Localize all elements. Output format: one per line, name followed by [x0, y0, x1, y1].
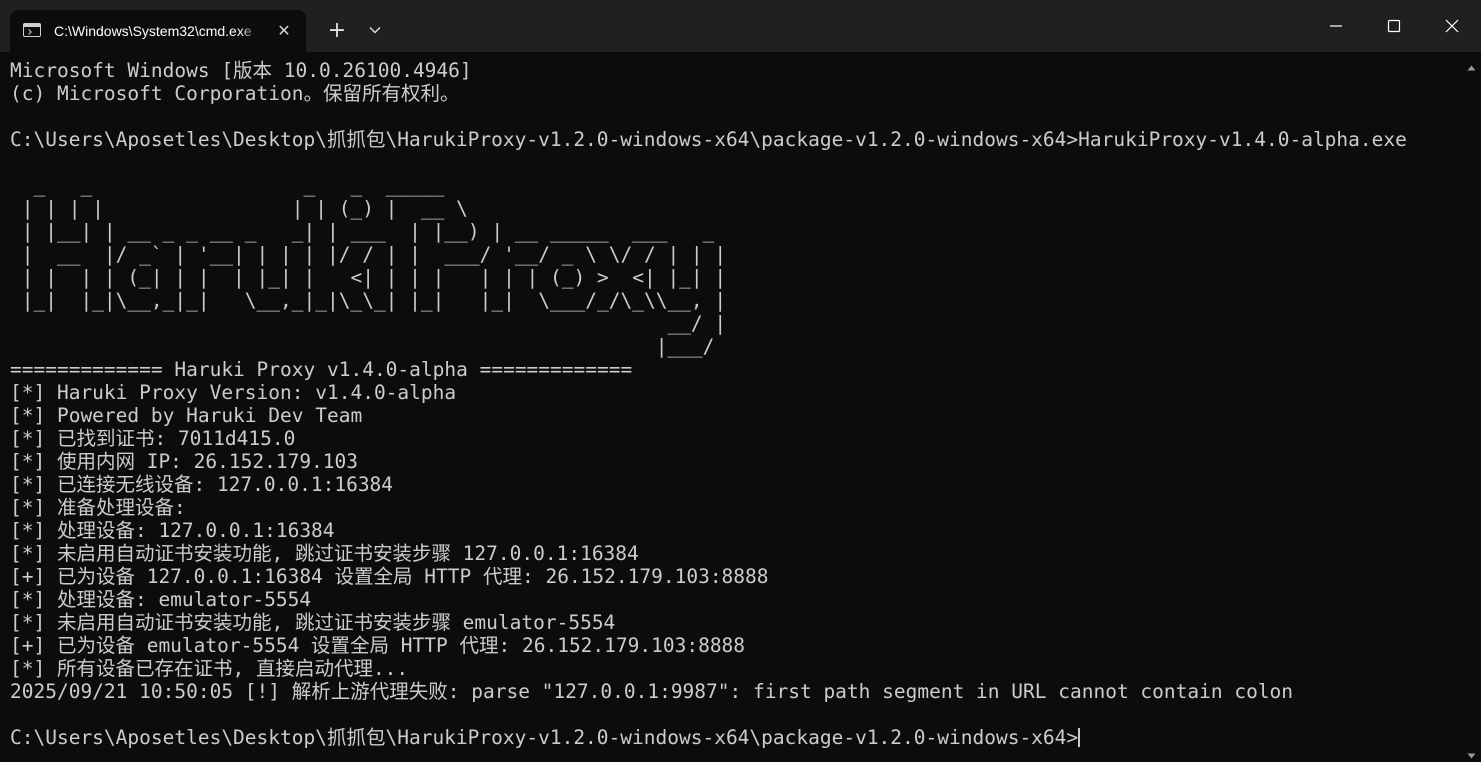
title-bar[interactable]: C:\Windows\System32\cmd.exe ✕ + [0, 0, 1481, 52]
maximize-icon [1387, 19, 1401, 33]
error-line: 2025/09/21 10:50:05 [!] 解析上游代理失败: parse … [10, 680, 1294, 703]
terminal-line: [*] Powered by Haruki Dev Team [10, 404, 363, 427]
ascii-art-line: |___/ [10, 335, 715, 358]
terminal-line: [*] 所有设备已存在证书, 直接启动代理... [10, 657, 409, 680]
terminal-line: C:\Users\Aposetles\Desktop\抓抓包\HarukiPro… [10, 128, 1407, 151]
terminal-line: [*] 处理设备: 127.0.0.1:16384 [10, 519, 335, 542]
terminal-line: [*] 未启用自动证书安装功能, 跳过证书安装步骤 emulator-5554 [10, 611, 616, 634]
command-prompt-line[interactable]: C:\Users\Aposetles\Desktop\抓抓包\HarukiPro… [10, 726, 1081, 749]
plus-icon: + [327, 18, 347, 43]
terminal-line: [+] 已为设备 127.0.0.1:16384 设置全局 HTTP 代理: 2… [10, 565, 769, 588]
chevron-down-icon [369, 27, 381, 34]
terminal-line: (c) Microsoft Corporation。保留所有权利。 [10, 82, 460, 105]
new-tab-button[interactable]: + [322, 16, 352, 46]
terminal-line: [*] 未启用自动证书安装功能, 跳过证书安装步骤 127.0.0.1:1638… [10, 542, 639, 565]
terminal-line: ============= Haruki Proxy v1.4.0-alpha … [10, 358, 633, 381]
minimize-button[interactable] [1307, 0, 1365, 52]
ascii-art-line: __/ | [10, 312, 727, 335]
terminal-line: [*] 已找到证书: 7011d415.0 [10, 427, 296, 450]
ascii-art-line: |_| |_|\__,_|_| \__,_|_|\_\_| |_| |_| \_… [10, 289, 727, 312]
minimize-icon [1330, 25, 1342, 27]
ascii-art-line: | __ |/ _` | '__| | | | |/ / | | ___/ '_… [10, 243, 727, 266]
terminal-window: C:\Windows\System32\cmd.exe ✕ + Microsof… [0, 0, 1481, 762]
ascii-art-line: | | | | | | (_) | __ \ [10, 197, 468, 220]
tab-cmd[interactable]: C:\Windows\System32\cmd.exe ✕ [10, 10, 306, 52]
text-cursor [1078, 728, 1081, 747]
maximize-button[interactable] [1365, 0, 1423, 52]
terminal-app-icon [23, 23, 41, 37]
terminal-line: [*] 准备处理设备: [10, 496, 186, 519]
scroll-up-button[interactable] [1462, 56, 1481, 72]
close-tab-icon[interactable]: ✕ [274, 21, 294, 41]
scroll-down-arrow-icon [1467, 753, 1476, 759]
terminal-line: [+] 已为设备 emulator-5554 设置全局 HTTP 代理: 26.… [10, 634, 746, 657]
ascii-art-line: _ _ _ _ _____ [10, 174, 445, 197]
terminal-line: [*] 处理设备: emulator-5554 [10, 588, 312, 611]
terminal-output[interactable]: Microsoft Windows [版本 10.0.26100.4946] (… [0, 52, 1462, 762]
close-window-button[interactable] [1423, 0, 1481, 52]
terminal-line: [*] 使用内网 IP: 26.152.179.103 [10, 450, 359, 473]
scroll-up-arrow-icon [1467, 65, 1476, 71]
ascii-art-line: | |__| | __ _ _ __ _ _| | ___ | |__) | _… [10, 220, 715, 243]
terminal-line: [*] Haruki Proxy Version: v1.4.0-alpha [10, 381, 457, 404]
ascii-art-line: | | | | (_| | | | |_| | <| | | | | | | (… [10, 266, 727, 289]
command-prompt: C:\Users\Aposetles\Desktop\抓抓包\HarukiPro… [10, 726, 1079, 749]
tab-title: C:\Windows\System32\cmd.exe [54, 23, 252, 39]
terminal-line: Microsoft Windows [版本 10.0.26100.4946] [10, 59, 472, 82]
terminal-line: [*] 已连接无线设备: 127.0.0.1:16384 [10, 473, 394, 496]
close-icon [1445, 19, 1459, 33]
scroll-down-button[interactable] [1462, 744, 1481, 760]
tab-dropdown-button[interactable] [362, 16, 388, 46]
vertical-scrollbar[interactable] [1462, 52, 1481, 762]
